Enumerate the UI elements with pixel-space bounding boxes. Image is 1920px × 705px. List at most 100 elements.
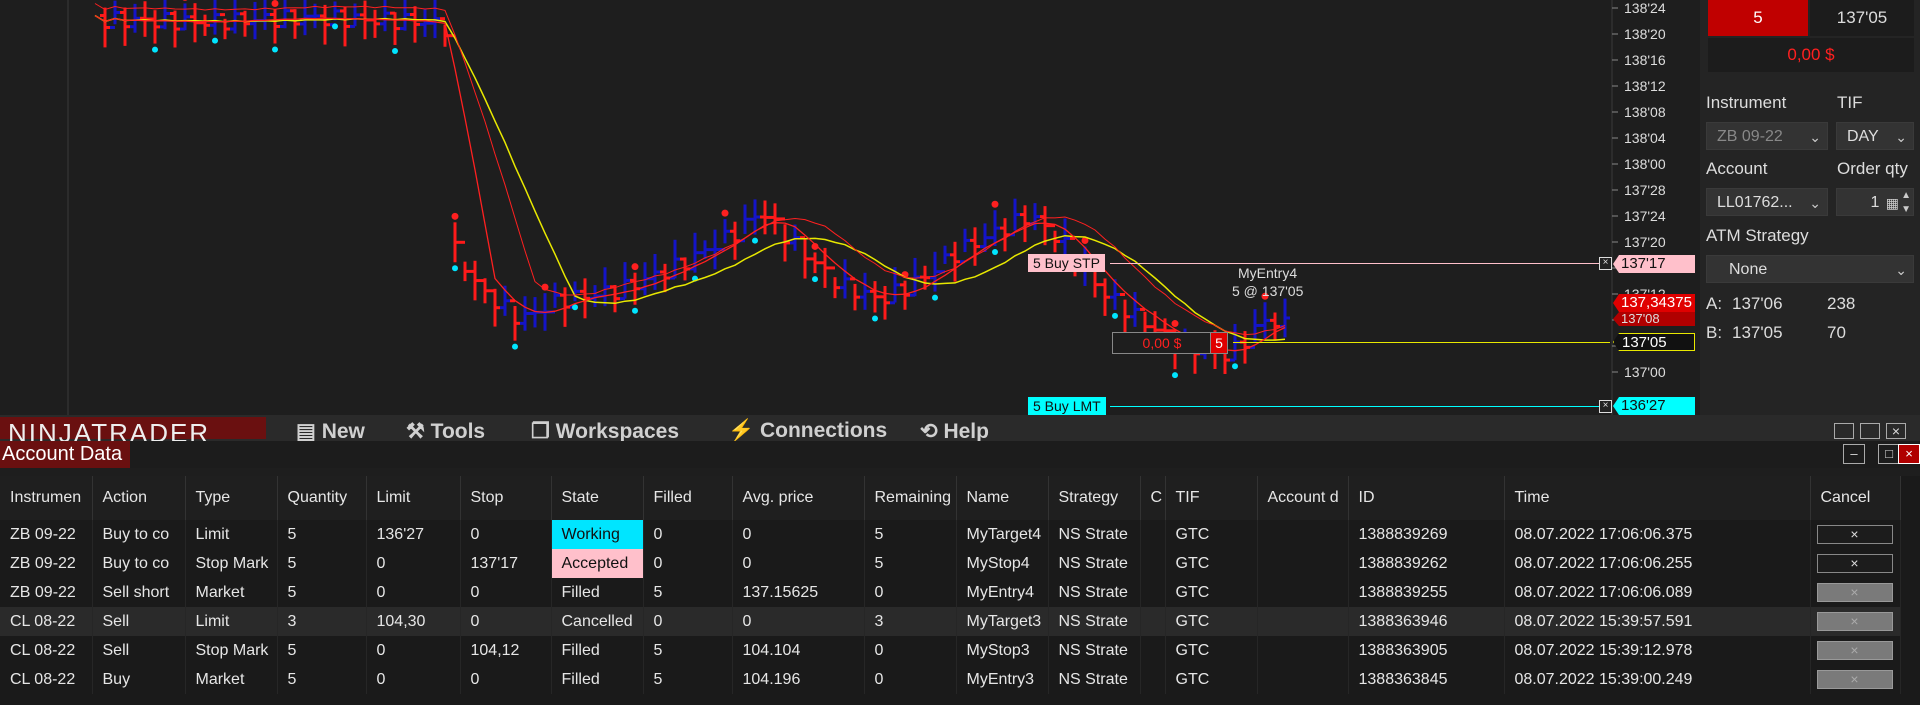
column-header[interactable]: Account d bbox=[1257, 476, 1349, 520]
cell-remaining: 0 bbox=[864, 665, 957, 694]
order-row[interactable]: ZB 09-22 Sell short Market 5 0 0 Filled 5 137.15… bbox=[0, 578, 1901, 607]
cell-cancel: × bbox=[1810, 578, 1901, 607]
column-header[interactable]: ID bbox=[1348, 476, 1505, 520]
cell-account-d bbox=[1257, 665, 1349, 694]
cell-type: Market bbox=[185, 578, 278, 607]
cell-type: Limit bbox=[185, 607, 278, 636]
column-header[interactable]: Type bbox=[185, 476, 278, 520]
column-header[interactable]: Instrumen bbox=[0, 476, 93, 520]
cell-state: Filled bbox=[551, 578, 644, 607]
price-bar bbox=[300, 0, 310, 36]
tif-select[interactable]: DAY ⌄ bbox=[1836, 122, 1914, 150]
buy-lmt-label[interactable]: 5 Buy LMT bbox=[1028, 397, 1106, 415]
order-qty-input[interactable]: 1 ▦ ▲ ▼ bbox=[1836, 188, 1914, 216]
price-chart[interactable]: 138'24 138'20 138'16 138'12 138'08 138'04 138'… bbox=[0, 0, 1700, 415]
price-bar bbox=[710, 229, 720, 270]
cell-quantity: 5 bbox=[277, 665, 367, 694]
cell-filled: 0 bbox=[643, 520, 733, 549]
column-header[interactable]: Time bbox=[1504, 476, 1811, 520]
column-header[interactable]: Limit bbox=[366, 476, 461, 520]
price-bar bbox=[790, 224, 800, 251]
menu-workspaces[interactable]: ❐ Workspaces bbox=[531, 419, 679, 441]
cancel-button[interactable]: × bbox=[1816, 670, 1893, 689]
price-axis-label: 138'00 bbox=[1624, 156, 1666, 172]
column-header[interactable]: TIF bbox=[1165, 476, 1258, 520]
menubar-close-icon[interactable]: × bbox=[1886, 423, 1906, 439]
instrument-select[interactable]: ZB 09-22 ⌄ bbox=[1706, 122, 1828, 150]
account-value: LL01762... bbox=[1717, 194, 1793, 211]
order-row[interactable]: CL 08-22 Sell Limit 3 104,30 0 Cancelled 0 0 3 MyT… bbox=[0, 607, 1901, 636]
bid-label: B: bbox=[1706, 323, 1723, 342]
price-bar bbox=[210, 0, 220, 35]
cell-stop: 0 bbox=[460, 578, 552, 607]
column-header[interactable]: Stop bbox=[460, 476, 552, 520]
column-header[interactable]: Strategy bbox=[1048, 476, 1141, 520]
cancel-button[interactable]: × bbox=[1816, 583, 1893, 602]
position-line[interactable] bbox=[1233, 342, 1610, 343]
cell-limit: 0 bbox=[366, 665, 461, 694]
price-bar bbox=[380, 0, 390, 32]
entry-name-label: MyEntry4 bbox=[1238, 265, 1298, 281]
price-bar bbox=[1120, 293, 1130, 334]
price-bar bbox=[550, 282, 560, 314]
menubar-maximize-icon[interactable] bbox=[1860, 423, 1880, 439]
price-axis-label: 138'16 bbox=[1624, 52, 1666, 68]
cell-instrumen: ZB 09-22 bbox=[0, 520, 93, 549]
menubar-minimize-icon[interactable] bbox=[1834, 423, 1854, 439]
position-qty-box[interactable]: 5 bbox=[1210, 332, 1228, 354]
menu-new[interactable]: ▤ New bbox=[296, 419, 365, 441]
cancel-button[interactable]: × bbox=[1816, 525, 1893, 544]
maximize-icon[interactable]: □ bbox=[1878, 444, 1900, 464]
account-select[interactable]: LL01762... ⌄ bbox=[1706, 188, 1828, 216]
buy-stp-line[interactable] bbox=[1110, 263, 1610, 264]
column-header[interactable]: Cancel bbox=[1810, 476, 1901, 520]
atm-strategy-select[interactable]: None ⌄ bbox=[1706, 255, 1914, 283]
spinner-icon[interactable]: ▲ ▼ bbox=[1901, 189, 1911, 217]
price-bar bbox=[610, 285, 620, 313]
order-row[interactable]: CL 08-22 Sell Stop Mark 5 0 104,12 Filled 5 104.… bbox=[0, 636, 1901, 665]
buy-stp-label[interactable]: 5 Buy STP bbox=[1028, 254, 1105, 272]
minimize-icon[interactable]: – bbox=[1843, 444, 1865, 464]
price-bar bbox=[320, 4, 330, 45]
workspaces-icon: ❐ bbox=[531, 420, 556, 441]
account-data-titlebar[interactable]: Account Data bbox=[0, 441, 1920, 468]
cell-strategy: NS Strate bbox=[1048, 578, 1141, 607]
price-bar bbox=[260, 0, 270, 30]
cancel-button[interactable]: × bbox=[1816, 554, 1893, 573]
column-header[interactable]: C bbox=[1140, 476, 1166, 520]
column-header[interactable]: Remaining bbox=[864, 476, 957, 520]
chevron-down-icon: ⌄ bbox=[1809, 129, 1821, 145]
cell-time: 08.07.2022 15:39:12.978 bbox=[1504, 636, 1811, 665]
cancel-button[interactable]: × bbox=[1816, 641, 1893, 660]
order-row[interactable]: ZB 09-22 Buy to co Limit 5 136'27 0 Working 0 0 5… bbox=[0, 520, 1901, 549]
price-bar bbox=[860, 272, 870, 310]
buy-lmt-line[interactable] bbox=[1110, 406, 1610, 407]
cell-stop: 0 bbox=[460, 607, 552, 636]
close-icon[interactable]: × bbox=[1898, 444, 1920, 464]
column-header[interactable]: Action bbox=[92, 476, 186, 520]
cancel-button[interactable]: × bbox=[1816, 612, 1893, 631]
column-header[interactable]: Name bbox=[956, 476, 1049, 520]
order-row[interactable]: CL 08-22 Buy Market 5 0 0 Filled 5 104.196 0 MyEnt… bbox=[0, 665, 1901, 694]
position-price-tag: 137'05 bbox=[1613, 333, 1695, 351]
order-row[interactable]: ZB 09-22 Buy to co Stop Mark 5 0 137'17 Accept… bbox=[0, 549, 1901, 578]
menu-tools[interactable]: ⚒ Tools bbox=[406, 419, 485, 441]
cell-strategy: NS Strate bbox=[1048, 607, 1141, 636]
chart-canvas[interactable]: 138'24 138'20 138'16 138'12 138'08 138'04 138'… bbox=[0, 0, 1700, 415]
price-bar bbox=[120, 7, 130, 46]
menu-connections[interactable]: ⚡ Connections bbox=[728, 419, 887, 441]
column-header[interactable]: State bbox=[551, 476, 644, 520]
cell-name: MyEntry4 bbox=[956, 578, 1049, 607]
buy-stp-close-icon[interactable]: × bbox=[1599, 257, 1612, 270]
signal-dot bbox=[512, 343, 518, 350]
calculator-icon[interactable]: ▦ bbox=[1886, 189, 1899, 217]
cell-limit: 0 bbox=[366, 636, 461, 665]
new-icon: ▤ bbox=[296, 420, 322, 441]
column-header[interactable]: Filled bbox=[643, 476, 733, 520]
cell-stop: 137'17 bbox=[460, 549, 552, 578]
column-header[interactable]: Quantity bbox=[277, 476, 367, 520]
price-bar bbox=[110, 0, 120, 29]
buy-lmt-close-icon[interactable]: × bbox=[1599, 400, 1612, 413]
column-header[interactable]: Avg. price bbox=[732, 476, 865, 520]
menu-help[interactable]: ⟲ Help bbox=[920, 419, 989, 441]
